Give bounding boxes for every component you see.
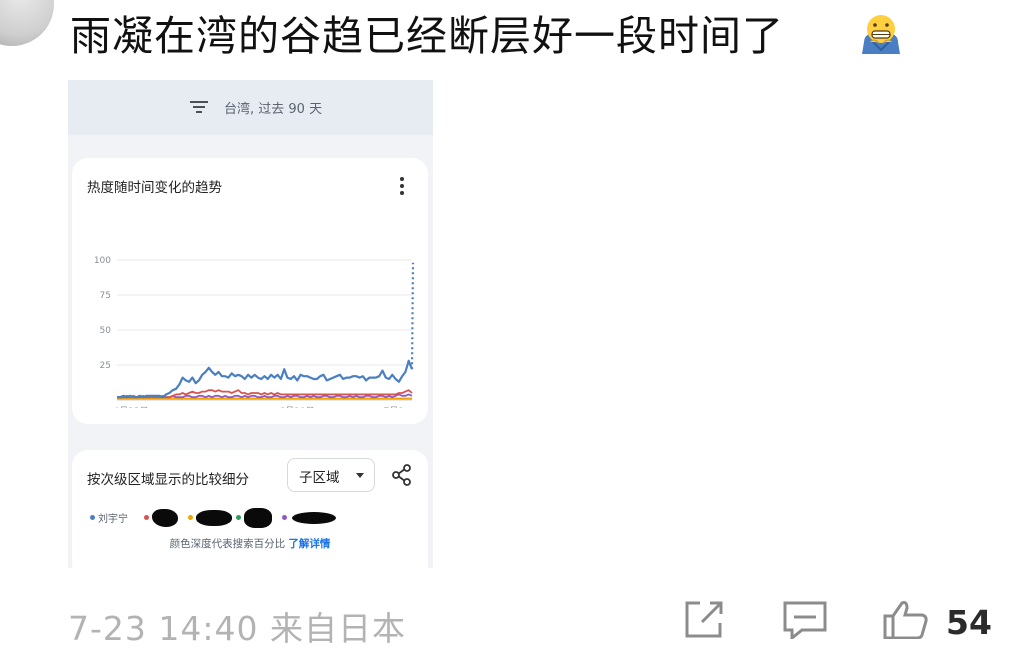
like-icon[interactable] (882, 600, 930, 639)
legend-dot (144, 515, 149, 520)
legend-note-text: 颜色深度代表搜索百分比 (169, 538, 286, 550)
filter-bar[interactable]: 台湾, 过去 90 天 (68, 80, 433, 135)
redaction-mark (244, 508, 272, 528)
dropdown-value: 子区域 (299, 470, 340, 486)
legend-dot (236, 515, 241, 520)
legend: 刘宇宁 (86, 508, 416, 530)
x-tick-label: 4月23日 (113, 406, 148, 408)
x-tick-label: 6月20日 (279, 406, 314, 408)
grimacing-face-icon (862, 15, 900, 54)
legend-dot (282, 515, 287, 520)
trend-line-chart: 100 75 50 25 4月23日 6月20日 7月1... (94, 256, 415, 408)
redaction-mark (196, 510, 232, 526)
more-vert-icon[interactable] (396, 176, 408, 196)
redaction-mark (152, 509, 178, 527)
like-count: 54 (946, 603, 992, 642)
avatar[interactable] (0, 0, 54, 46)
region-card: 按次级区域显示的比较细分 子区域 刘宇宁 颜色深度代表搜索百分比 了解详情 (72, 450, 428, 568)
trends-screenshot: 台湾, 过去 90 天 热度随时间变化的趋势 100 75 50 25 4月23日 6月2… (68, 80, 433, 568)
partial-data-tail (410, 262, 415, 370)
legend-dot (188, 515, 193, 520)
share-icon[interactable] (392, 464, 412, 486)
y-tick-label: 75 (100, 291, 111, 301)
filter-icon[interactable] (190, 100, 208, 114)
post-title: 雨凝在湾的谷趋已经断层好一段时间了 (70, 12, 784, 60)
legend-dot (90, 515, 95, 520)
x-tick-label: 7月1... (383, 406, 412, 408)
trend-card-title: 热度随时间变化的趋势 (87, 180, 222, 196)
learn-more-link[interactable]: 了解详情 (288, 538, 330, 550)
comment-icon[interactable] (782, 600, 828, 639)
series-line-0 (117, 359, 414, 399)
redaction-mark (292, 512, 336, 524)
trend-card: 热度随时间变化的趋势 100 75 50 25 4月23日 6月20日 7月1... (72, 158, 428, 473)
legend-label: 刘宇宁 (98, 514, 128, 525)
post-meta: 7-23 14:40 来自日本 (68, 609, 406, 648)
subregion-dropdown[interactable]: 子区域 (287, 458, 375, 492)
share-out-icon[interactable] (682, 600, 726, 639)
y-tick-label: 25 (100, 361, 111, 371)
legend-note: 颜色深度代表搜索百分比 了解详情 (72, 536, 428, 551)
y-tick-label: 100 (94, 256, 111, 266)
region-card-title: 按次级区域显示的比较细分 (87, 472, 249, 488)
caret-down-icon (356, 473, 364, 478)
y-tick-label: 50 (100, 326, 112, 336)
filter-label: 台湾, 过去 90 天 (224, 102, 323, 117)
